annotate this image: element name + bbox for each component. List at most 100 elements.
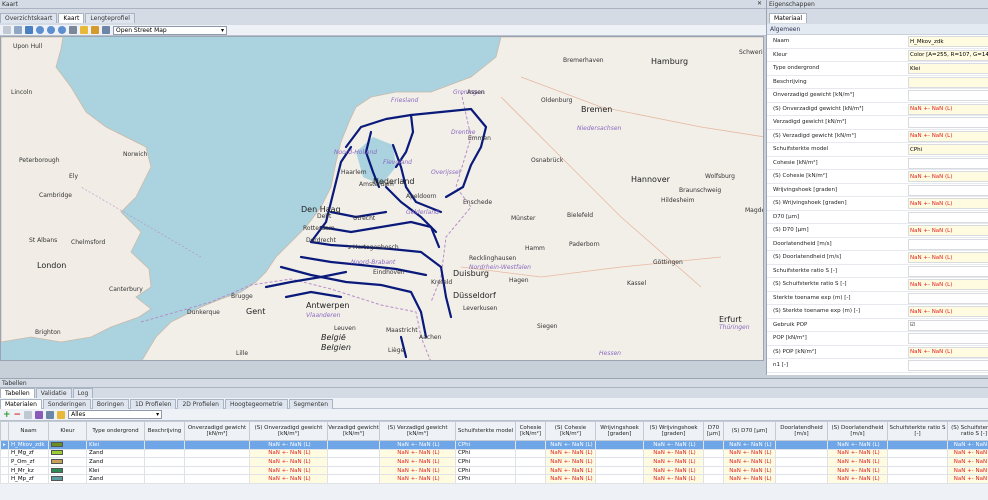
cell-type[interactable]: Klei [86,440,145,450]
cell-model[interactable]: CPhi [455,465,516,476]
table-row[interactable]: P_Om_zf Zand NaN +- NaN (L) NaN +- NaN (L) C… [0,457,988,467]
cell-empty[interactable] [887,474,948,484]
cell-nan[interactable]: NaN +- NaN (L) [249,448,328,459]
column-header[interactable]: Schuifsterkte model [455,421,516,441]
table-row[interactable]: H_Mr_kz Klei NaN +- NaN (L) NaN +- NaN (L) C… [0,465,988,476]
column-header[interactable]: Kleur [48,421,87,441]
tab-overzichtskaart[interactable]: Overzichtskaart [0,13,58,23]
zoom-in-icon[interactable] [36,26,44,34]
layers-icon[interactable] [102,26,110,34]
cell-nan[interactable]: NaN +- NaN (L) [379,440,456,450]
cell-empty[interactable] [144,474,185,484]
cell-empty[interactable] [775,440,828,450]
property-value[interactable]: NaN +- NaN (L) [908,225,988,236]
cell-nan[interactable]: NaN +- NaN (L) [827,465,888,476]
property-value[interactable]: CPhi [908,144,988,155]
column-header[interactable]: (S) Doorlatendheid [m/s] [827,421,888,441]
cell-kleur[interactable] [48,440,87,450]
cell-type[interactable]: Zand [86,457,145,467]
cell-nan[interactable]: NaN +- NaN (L) [249,457,328,467]
folder-icon[interactable] [57,410,66,419]
cell-empty[interactable] [703,440,724,450]
cell-empty[interactable] [703,474,724,484]
cell-empty[interactable] [775,457,828,467]
property-value[interactable] [908,184,988,196]
cell-empty[interactable] [595,448,644,459]
property-value[interactable] [908,360,988,371]
cell-empty[interactable] [515,457,546,467]
property-value[interactable]: NaN +- NaN (L) [908,103,988,115]
cell-nan[interactable]: NaN +- NaN (L) [249,440,328,450]
cell-nan[interactable]: NaN +- NaN (L) [545,465,596,476]
property-value[interactable] [908,333,988,344]
cell-kleur[interactable] [48,448,87,459]
cell-empty[interactable] [327,448,380,459]
cell-empty[interactable] [775,474,828,484]
pointer-icon[interactable] [14,26,22,34]
column-header[interactable]: Doorlatendheid [m/s] [775,421,828,441]
cell-nan[interactable]: NaN +- NaN (L) [827,440,888,450]
row-indicator[interactable] [0,465,9,476]
cell-kleur[interactable] [48,465,87,476]
column-header[interactable]: Onverzadigd gewicht [kN/m³] [184,421,250,441]
property-value[interactable] [908,76,988,88]
column-header[interactable]: Verzadigd gewicht [kN/m³] [327,421,380,441]
tab-hoogtegeometrie[interactable]: Hoogtegeometrie [224,399,288,409]
map-canvas[interactable]: Upon Hull Lincoln Peterborough Norwich Ely Ca… [0,36,764,361]
property-value[interactable]: NaN +- NaN (L) [908,252,988,263]
cell-model[interactable]: CPhi [455,474,516,484]
property-value[interactable] [908,211,988,223]
table-icon[interactable] [46,410,55,419]
cell-empty[interactable] [515,474,546,484]
cell-nan[interactable]: NaN +- NaN (L) [643,440,704,450]
column-header[interactable]: Beschrijving [144,421,185,441]
cell-empty[interactable] [184,474,250,484]
cell-empty[interactable] [327,474,380,484]
tab-segmenten[interactable]: Segmenten [288,399,334,409]
cell-naam[interactable]: H_Mkov_zdk [8,440,49,450]
property-value[interactable]: ☑ [908,319,988,331]
close-icon[interactable]: ✕ [757,0,762,7]
property-value[interactable] [908,292,988,304]
list-icon[interactable] [69,26,77,34]
copy-icon[interactable] [24,410,33,419]
section-algemeen[interactable]: Algemeen [767,24,988,35]
cell-empty[interactable] [515,448,546,459]
cell-nan[interactable]: NaN +- NaN (L) [545,474,596,484]
cell-nan[interactable]: NaN +- NaN (L) [643,465,704,476]
cell-nan[interactable]: NaN +- NaN (L) [643,474,704,484]
tab-tabellen[interactable]: Tabellen [0,388,35,398]
column-header[interactable]: Wrijvingshoek [graden] [595,421,644,441]
cell-nan[interactable]: NaN +- NaN (L) [545,448,596,459]
property-value[interactable]: NaN +- NaN (L) [908,279,988,290]
tab-log[interactable]: Log [72,388,94,398]
cell-empty[interactable] [703,448,724,459]
cell-nan[interactable]: NaN +- NaN (L) [827,448,888,459]
cell-nan[interactable]: NaN +- NaN (L) [249,465,328,476]
add-layer-icon[interactable] [91,26,99,34]
cell-empty[interactable] [775,465,828,476]
cell-nan[interactable]: NaN +- NaN (L) [947,465,988,476]
tab-1d-profielen[interactable]: 1D Profielen [129,399,177,409]
column-header[interactable]: Schuifsterkte ratio S [-] [887,421,948,441]
table-row[interactable]: H_Mp_zf Zand NaN +- NaN (L) NaN +- NaN (L) C… [0,474,988,484]
table-row[interactable]: ▸ H_Mkov_zdk Klei NaN +- NaN (L) NaN +- NaN … [0,440,988,450]
property-value[interactable]: Klei [908,63,988,74]
tab-materiaal[interactable]: Materiaal [769,13,808,23]
column-header[interactable]: (S) Onverzadigd gewicht [kN/m³] [249,421,328,441]
property-value[interactable] [908,238,988,250]
cell-nan[interactable]: NaN +- NaN (L) [545,440,596,450]
cell-empty[interactable] [144,440,185,450]
column-header[interactable]: Type ondergrond [86,421,145,441]
cell-nan[interactable]: NaN +- NaN (L) [379,474,456,484]
property-value[interactable] [908,265,988,277]
cell-nan[interactable]: NaN +- NaN (L) [947,448,988,459]
cell-empty[interactable] [595,440,644,450]
column-header[interactable]: Naam [8,421,49,441]
property-value[interactable] [908,157,988,169]
cell-empty[interactable] [887,448,948,459]
tab-lengteprofiel[interactable]: Lengteprofiel [85,13,135,23]
cell-empty[interactable] [515,440,546,450]
cell-empty[interactable] [887,440,948,450]
cell-model[interactable]: CPhi [455,440,516,450]
